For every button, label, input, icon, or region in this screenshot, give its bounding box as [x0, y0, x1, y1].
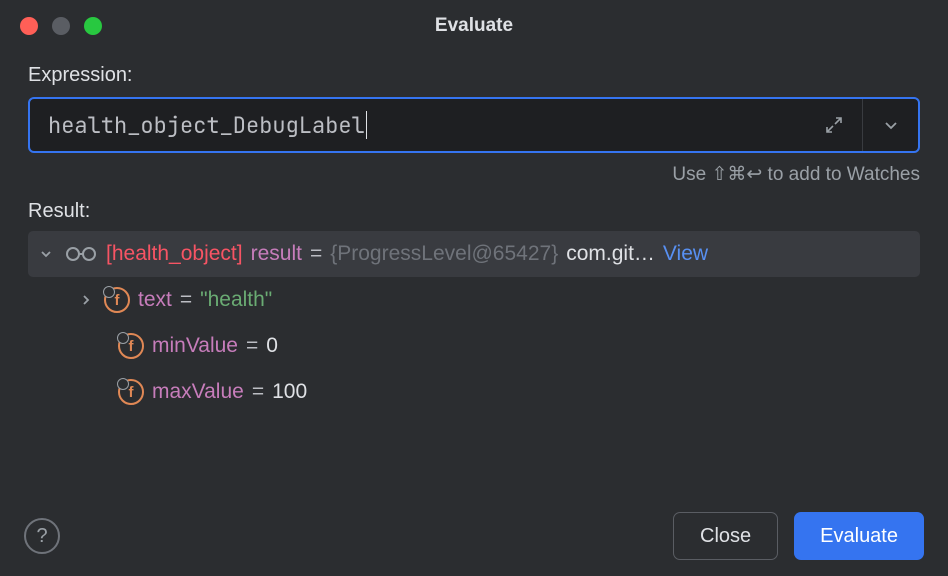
minimize-window-icon [52, 17, 70, 35]
result-label: Result: [28, 200, 920, 223]
field-row-maxvalue[interactable]: f maxValue = 100 [28, 369, 920, 415]
field-eq: = [246, 334, 258, 358]
expression-value: health_object_DebugLabel [48, 111, 365, 140]
expression-input[interactable]: health_object_DebugLabel [30, 99, 806, 151]
field-row-text[interactable]: f text = "health" [28, 277, 920, 323]
chevron-down-icon [883, 117, 899, 133]
expression-row: health_object_DebugLabel [28, 97, 920, 153]
chevron-down-icon[interactable] [36, 247, 56, 261]
view-link[interactable]: View [663, 242, 708, 266]
glasses-icon [64, 244, 98, 264]
footer: ? Close Evaluate [0, 496, 948, 576]
close-window-icon[interactable] [20, 17, 38, 35]
expand-editor-button[interactable] [806, 99, 862, 151]
result-root-row[interactable]: [health_object] result = {ProgressLevel@… [28, 231, 920, 277]
field-icon: f [104, 287, 130, 313]
expression-hint: Use ⇧⌘↩ to add to Watches [28, 163, 920, 186]
field-name: maxValue [152, 380, 244, 404]
traffic-lights [20, 17, 102, 35]
field-value: 100 [272, 380, 307, 404]
result-tree[interactable]: [health_object] result = {ProgressLevel@… [28, 231, 920, 415]
field-value: 0 [266, 334, 278, 358]
result-var: result [251, 242, 302, 266]
expand-icon [824, 115, 844, 135]
titlebar: Evaluate [0, 0, 948, 52]
history-dropdown-button[interactable] [862, 99, 918, 151]
result-eq: = [310, 242, 322, 266]
help-icon: ? [36, 525, 47, 548]
field-row-minvalue[interactable]: f minValue = 0 [28, 323, 920, 369]
content: Expression: health_object_DebugLabel Use… [0, 52, 948, 415]
text-caret [366, 111, 367, 139]
result-tag: [health_object] [106, 242, 243, 266]
expression-label: Expression: [28, 64, 920, 87]
close-button[interactable]: Close [673, 512, 778, 560]
field-icon: f [118, 333, 144, 359]
field-value: "health" [200, 288, 272, 312]
result-tail: com.git… [566, 242, 655, 266]
result-type: {ProgressLevel@65427} [330, 242, 558, 266]
field-icon: f [118, 379, 144, 405]
field-name: minValue [152, 334, 238, 358]
evaluate-button[interactable]: Evaluate [794, 512, 924, 560]
field-name: text [138, 288, 172, 312]
maximize-window-icon[interactable] [84, 17, 102, 35]
chevron-right-icon[interactable] [76, 293, 96, 307]
window-title: Evaluate [435, 15, 513, 37]
field-eq: = [252, 380, 264, 404]
help-button[interactable]: ? [24, 518, 60, 554]
field-eq: = [180, 288, 192, 312]
